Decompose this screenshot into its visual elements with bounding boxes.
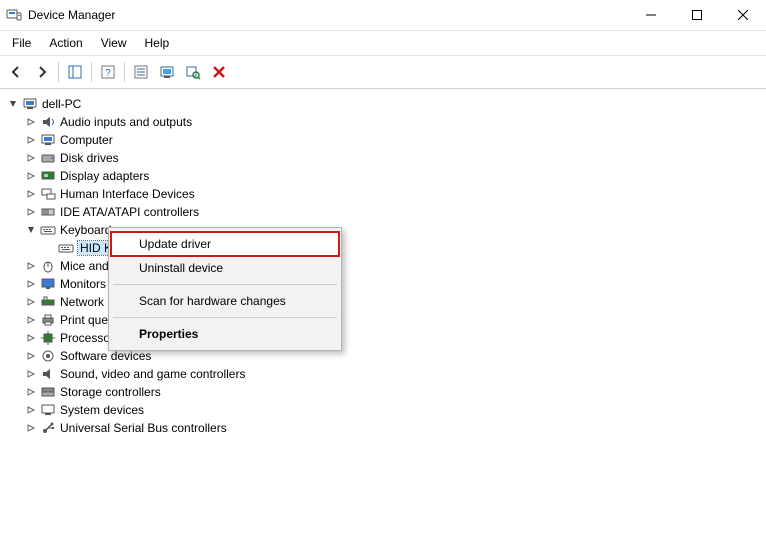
window-title: Device Manager — [28, 8, 115, 22]
expand-icon[interactable] — [24, 367, 38, 381]
expand-icon[interactable] — [24, 169, 38, 183]
processor-icon — [40, 330, 56, 346]
toolbar-separator — [124, 62, 125, 82]
printer-icon — [40, 312, 56, 328]
tree-category-label: Storage controllers — [60, 385, 161, 399]
expand-icon[interactable] — [24, 331, 38, 345]
uninstall-device-button[interactable] — [207, 60, 231, 84]
expand-icon[interactable] — [24, 349, 38, 363]
tree-category-label: IDE ATA/ATAPI controllers — [60, 205, 199, 219]
tree-category-label: Software devices — [60, 349, 151, 363]
properties-button[interactable] — [129, 60, 153, 84]
context-separator — [113, 284, 337, 285]
tree-category-label: Processor — [60, 331, 114, 345]
context-scan-hardware[interactable]: Scan for hardware changes — [111, 289, 339, 313]
computer-icon — [40, 132, 56, 148]
back-button[interactable] — [4, 60, 28, 84]
tree-category-label: Disk drives — [60, 151, 119, 165]
maximize-button[interactable] — [674, 0, 720, 30]
tree-root[interactable]: dell-PC — [4, 95, 766, 113]
keyboard-icon — [40, 222, 56, 238]
expand-icon[interactable] — [24, 277, 38, 291]
help-button[interactable]: ? — [96, 60, 120, 84]
context-uninstall-device[interactable]: Uninstall device — [111, 256, 339, 280]
tree-category-disk[interactable]: Disk drives — [4, 149, 766, 167]
expand-icon[interactable] — [24, 205, 38, 219]
storage-icon — [40, 384, 56, 400]
expand-icon[interactable] — [24, 259, 38, 273]
hid-icon — [40, 186, 56, 202]
monitor-icon — [40, 276, 56, 292]
minimize-button[interactable] — [628, 0, 674, 30]
menu-file[interactable]: File — [4, 33, 39, 53]
tree-category-label: Sound, video and game controllers — [60, 367, 245, 381]
tree-category-display[interactable]: Display adapters — [4, 167, 766, 185]
tree-category-audio[interactable]: Audio inputs and outputs — [4, 113, 766, 131]
disk-icon — [40, 150, 56, 166]
collapse-icon[interactable] — [24, 223, 38, 237]
tree-category-label: System devices — [60, 403, 144, 417]
expand-icon[interactable] — [24, 421, 38, 435]
menu-help[interactable]: Help — [137, 33, 178, 53]
toolbar-separator — [91, 62, 92, 82]
app-icon — [6, 7, 22, 23]
tree-category-label: Network a — [60, 295, 114, 309]
tree-category-ide[interactable]: IDE ATA/ATAPI controllers — [4, 203, 766, 221]
mouse-icon — [40, 258, 56, 274]
collapse-icon[interactable] — [6, 97, 20, 111]
show-hide-console-tree-button[interactable] — [63, 60, 87, 84]
tree-category-label: Human Interface Devices — [60, 187, 195, 201]
menubar: File Action View Help — [0, 31, 766, 56]
tree-category-label: Print queu — [60, 313, 115, 327]
usb-icon — [40, 420, 56, 436]
tree-category-label: Display adapters — [60, 169, 149, 183]
tree-category-hid[interactable]: Human Interface Devices — [4, 185, 766, 203]
context-update-driver[interactable]: Update driver — [111, 232, 339, 256]
expand-icon[interactable] — [24, 295, 38, 309]
tree-category-label: Universal Serial Bus controllers — [60, 421, 227, 435]
expand-icon[interactable] — [24, 133, 38, 147]
software-icon — [40, 348, 56, 364]
forward-button[interactable] — [30, 60, 54, 84]
display-icon — [40, 168, 56, 184]
system-icon — [40, 402, 56, 418]
tree-category-label: Mice and — [60, 259, 109, 273]
close-button[interactable] — [720, 0, 766, 30]
tree-category-system[interactable]: System devices — [4, 401, 766, 419]
ide-icon — [40, 204, 56, 220]
context-separator — [113, 317, 337, 318]
expand-icon[interactable] — [24, 385, 38, 399]
expand-icon[interactable] — [24, 313, 38, 327]
toolbar: ? — [0, 56, 766, 89]
keyboard-icon — [58, 240, 74, 256]
audio-icon — [40, 114, 56, 130]
tree-category-computer[interactable]: Computer — [4, 131, 766, 149]
context-menu: Update driver Uninstall device Scan for … — [108, 227, 342, 351]
expand-icon[interactable] — [24, 403, 38, 417]
tree-category-label: Audio inputs and outputs — [60, 115, 192, 129]
scan-hardware-button[interactable] — [181, 60, 205, 84]
update-driver-button[interactable] — [155, 60, 179, 84]
tree-category-usb[interactable]: Universal Serial Bus controllers — [4, 419, 766, 437]
tree-category-storage[interactable]: Storage controllers — [4, 383, 766, 401]
toolbar-separator — [58, 62, 59, 82]
tree-category-sound[interactable]: Sound, video and game controllers — [4, 365, 766, 383]
menu-action[interactable]: Action — [41, 33, 90, 53]
network-icon — [40, 294, 56, 310]
svg-text:?: ? — [105, 68, 111, 79]
menu-view[interactable]: View — [93, 33, 135, 53]
sound-icon — [40, 366, 56, 382]
expand-icon[interactable] — [24, 115, 38, 129]
tree-category-label: Computer — [60, 133, 113, 147]
context-properties[interactable]: Properties — [111, 322, 339, 346]
computer-icon — [22, 96, 38, 112]
titlebar: Device Manager — [0, 0, 766, 31]
tree-category-label: Monitors — [60, 277, 106, 291]
expand-icon[interactable] — [24, 151, 38, 165]
tree-root-label: dell-PC — [42, 97, 81, 111]
expand-icon[interactable] — [24, 187, 38, 201]
